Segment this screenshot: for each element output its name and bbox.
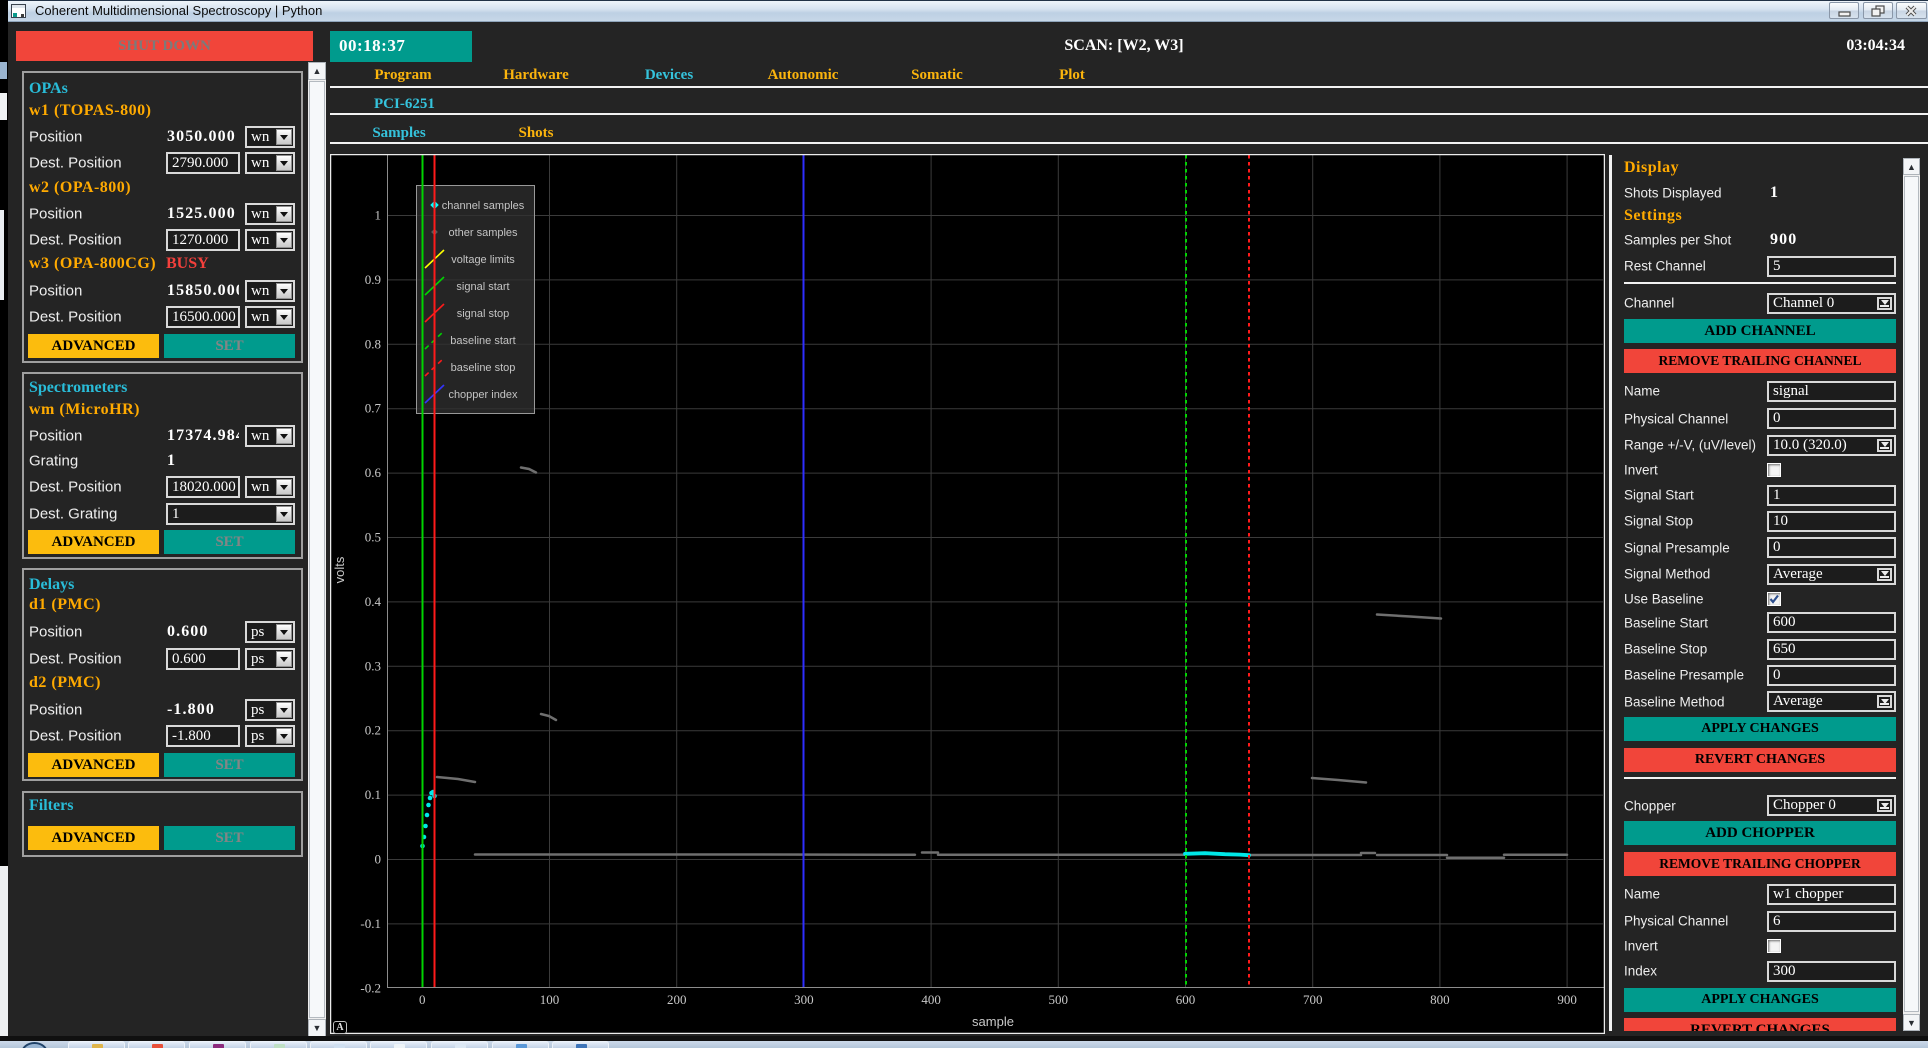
- svg-text:-0.2: -0.2: [360, 980, 381, 995]
- svg-text:voltage limits: voltage limits: [451, 254, 515, 266]
- svg-text:0.3: 0.3: [365, 658, 381, 673]
- svg-text:0.9: 0.9: [365, 272, 381, 287]
- svg-text:200: 200: [667, 992, 687, 1007]
- svg-text:volts: volts: [332, 556, 347, 583]
- svg-text:0.2: 0.2: [365, 723, 381, 738]
- svg-text:sample: sample: [972, 1014, 1014, 1029]
- svg-text:chopper index: chopper index: [448, 389, 518, 401]
- svg-text:-0.1: -0.1: [360, 916, 381, 931]
- svg-text:300: 300: [794, 992, 814, 1007]
- svg-text:0: 0: [419, 992, 426, 1007]
- svg-text:0.4: 0.4: [365, 594, 382, 609]
- svg-text:0.8: 0.8: [365, 336, 381, 351]
- svg-text:signal stop: signal stop: [457, 308, 510, 320]
- svg-text:0: 0: [375, 852, 382, 867]
- svg-text:baseline stop: baseline stop: [451, 362, 516, 374]
- svg-text:900: 900: [1557, 992, 1577, 1007]
- svg-text:other samples: other samples: [448, 227, 518, 239]
- svg-text:0.5: 0.5: [365, 530, 381, 545]
- svg-text:channel samples: channel samples: [442, 200, 525, 212]
- svg-text:800: 800: [1430, 992, 1450, 1007]
- svg-text:0.6: 0.6: [365, 465, 382, 480]
- svg-text:400: 400: [921, 992, 941, 1007]
- svg-text:500: 500: [1049, 992, 1069, 1007]
- svg-text:1: 1: [375, 208, 382, 223]
- svg-text:baseline start: baseline start: [450, 335, 515, 347]
- svg-text:0.7: 0.7: [365, 401, 382, 416]
- svg-text:signal start: signal start: [456, 281, 509, 293]
- svg-text:600: 600: [1176, 992, 1196, 1007]
- svg-text:100: 100: [540, 992, 560, 1007]
- svg-text:700: 700: [1303, 992, 1323, 1007]
- svg-text:0.1: 0.1: [365, 787, 381, 802]
